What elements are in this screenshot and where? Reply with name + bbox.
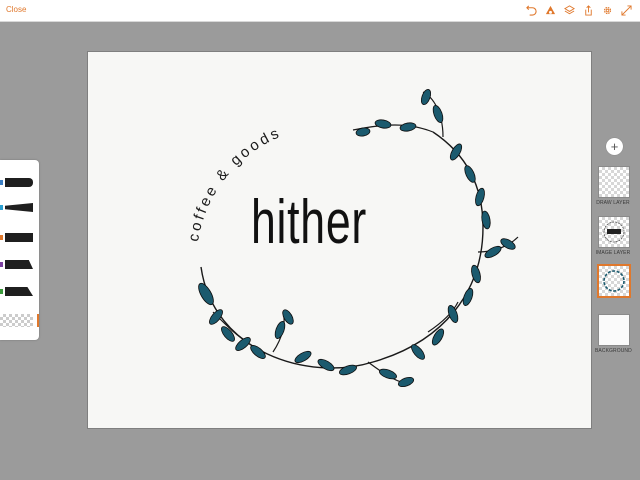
- brush-3-tip-icon: [5, 233, 33, 242]
- color-swatch-indicator: [37, 314, 39, 327]
- brush-2-tip-icon: [5, 203, 33, 212]
- undo-icon[interactable]: [524, 3, 539, 18]
- layer-draw-thumbnail: [598, 166, 630, 198]
- layers-icon[interactable]: [562, 3, 577, 18]
- top-toolbar: Close: [0, 0, 640, 22]
- layer-image-label: IMAGE LAYER: [595, 250, 631, 256]
- brush-5-tip-icon: [5, 287, 33, 296]
- top-toolbar-icons: [524, 3, 634, 18]
- brush-3-color-band: [0, 235, 3, 240]
- layer-draw-label: DRAW LAYER: [596, 200, 630, 206]
- add-layer-button[interactable]: +: [606, 138, 623, 155]
- layer-draw[interactable]: DRAW LAYER: [596, 166, 630, 206]
- close-button[interactable]: Close: [6, 5, 26, 14]
- brush-palette-icon[interactable]: [543, 3, 558, 18]
- layer-background-thumbnail: [598, 314, 630, 346]
- layer-selected-thumbnail: [598, 265, 630, 297]
- fullscreen-icon[interactable]: [619, 3, 634, 18]
- brush-4-tip-icon: [5, 260, 33, 269]
- brush-tool-3[interactable]: [0, 233, 33, 242]
- brush-tool-4[interactable]: [0, 260, 33, 269]
- brush-1-tip-icon: [5, 178, 33, 187]
- layer-image-thumbnail: [598, 216, 630, 248]
- layer-image[interactable]: IMAGE LAYER: [595, 216, 631, 256]
- brush-tool-1[interactable]: [0, 178, 33, 187]
- brush-4-color-band: [0, 262, 3, 267]
- settings-gear-icon[interactable]: [600, 3, 615, 18]
- brush-2-color-band: [0, 205, 3, 210]
- brush-tool-5[interactable]: [0, 287, 33, 296]
- drawing-canvas[interactable]: coffee & goods hither: [87, 51, 592, 429]
- layer-background[interactable]: BACKGROUND: [595, 314, 632, 354]
- layer-background-label: BACKGROUND: [595, 348, 632, 354]
- layer-selected[interactable]: [598, 265, 630, 299]
- share-icon[interactable]: [581, 3, 596, 18]
- brush-tool-panel: [0, 160, 39, 340]
- artwork-title: hither: [251, 188, 367, 257]
- brush-1-color-band: [0, 180, 3, 185]
- brush-5-color-band: [0, 289, 3, 294]
- brush-tool-2[interactable]: [0, 203, 33, 212]
- color-swatch[interactable]: [0, 314, 33, 327]
